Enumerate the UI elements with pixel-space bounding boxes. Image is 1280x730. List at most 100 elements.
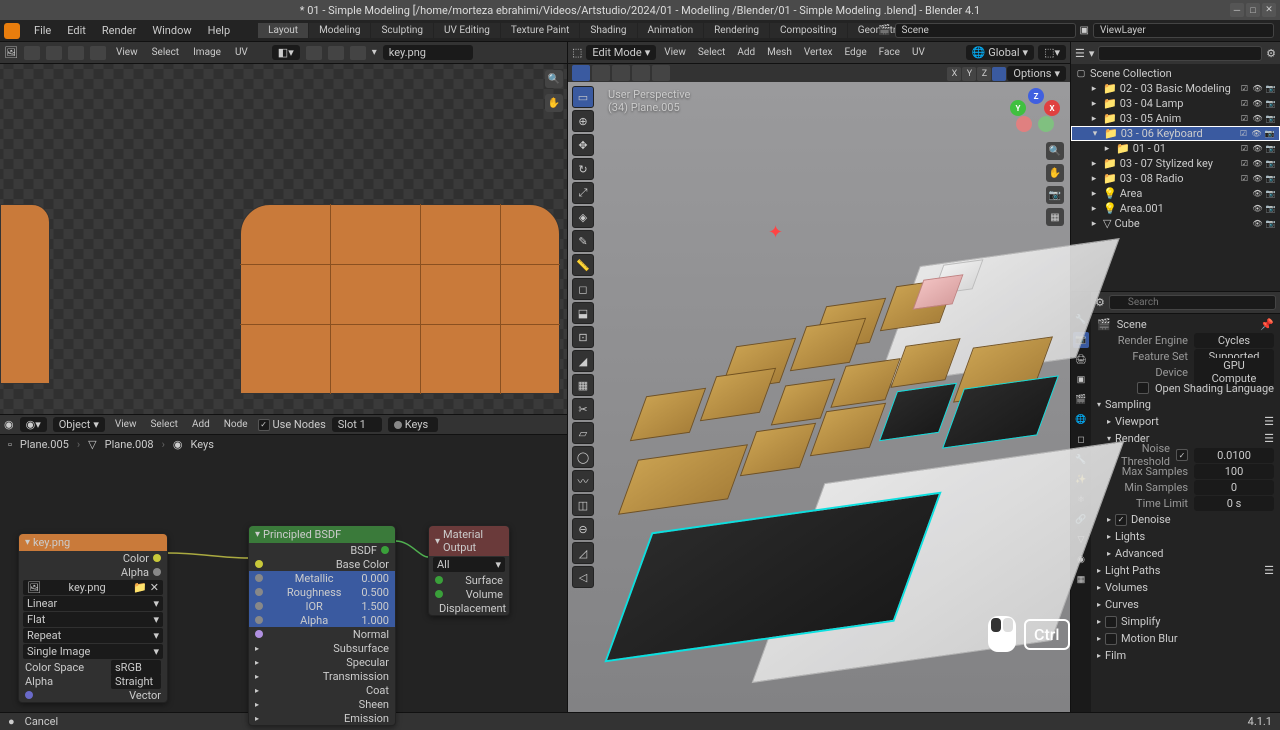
workspace-uvediting[interactable]: UV Editing xyxy=(434,23,500,38)
min-samples-input[interactable]: 0 xyxy=(1194,480,1274,495)
uv-select-mode3[interactable] xyxy=(350,46,366,60)
node-header[interactable]: ▾ key.png xyxy=(19,534,167,551)
uv-mode-btn4[interactable] xyxy=(90,46,106,60)
render-engine-dropdown[interactable]: Cycles xyxy=(1194,333,1274,348)
sampling-viewport[interactable]: Viewport xyxy=(1115,415,1159,428)
shader-menu-add[interactable]: Add xyxy=(188,418,214,431)
shader-menu-node[interactable]: Node xyxy=(220,418,252,431)
node-image-texture[interactable]: ▾ key.png Color Alpha 🖼key.png📁 ✕ Linear… xyxy=(18,533,168,703)
outliner-item[interactable]: 03 - 07 Stylized key xyxy=(1120,157,1213,170)
slot-dropdown[interactable]: Slot 1 xyxy=(332,417,382,432)
viewport-editor-icon[interactable]: ⬚ xyxy=(572,46,582,59)
use-nodes-checkbox[interactable] xyxy=(258,419,270,431)
node-header[interactable]: ▾ Material Output xyxy=(429,526,509,556)
preset-icon[interactable]: ☰ xyxy=(1264,415,1274,428)
zoom-icon[interactable]: 🔍 xyxy=(1046,142,1064,160)
workspace-rendering[interactable]: Rendering xyxy=(704,23,769,38)
material-dropdown[interactable]: Keys xyxy=(388,417,438,432)
select-vert-mode[interactable] xyxy=(572,65,590,81)
uv-zoom-icon[interactable]: 🔍 xyxy=(545,70,563,88)
workspace-sculpting[interactable]: Sculpting xyxy=(371,23,433,38)
workspace-texturepaint[interactable]: Texture Paint xyxy=(501,23,580,38)
outliner-item[interactable]: 03 - 04 Lamp xyxy=(1120,97,1184,110)
vp-menu-mesh[interactable]: Mesh xyxy=(763,46,796,59)
outliner-tree[interactable]: ▢Scene Collection ▸📁02 - 03 Basic Modeli… xyxy=(1071,64,1280,233)
breadcrumb-mesh[interactable]: Plane.008 xyxy=(105,438,154,451)
outliner-item-active[interactable]: 03 - 06 Keyboard xyxy=(1121,127,1203,140)
motionblur-section[interactable]: Motion Blur xyxy=(1121,632,1178,645)
menu-edit[interactable]: Edit xyxy=(59,22,94,39)
prop-tab-viewlayer[interactable]: ▣ xyxy=(1073,372,1089,388)
img-ext[interactable]: Repeat▾ xyxy=(23,628,163,643)
simplify-section[interactable]: Simplify xyxy=(1121,615,1160,628)
use-nodes-toggle[interactable]: Use Nodes xyxy=(258,418,326,431)
select-edge-mode[interactable] xyxy=(592,65,610,81)
vp-menu-view[interactable]: View xyxy=(660,46,690,59)
prop-tab-scene[interactable]: 🎬 xyxy=(1073,392,1089,408)
shader-mode-dropdown[interactable]: Object ▾ xyxy=(53,417,105,432)
menu-help[interactable]: Help xyxy=(200,22,239,39)
sampling-header[interactable]: Sampling xyxy=(1105,398,1151,411)
axis-x-toggle[interactable]: X xyxy=(947,67,961,81)
node-header[interactable]: ▾ Principled BSDF xyxy=(249,526,395,543)
outliner-item[interactable]: 01 - 01 xyxy=(1133,142,1166,155)
img-src[interactable]: Single Image▾ xyxy=(23,644,163,659)
orientation-dropdown[interactable]: 🌐 Global▾ xyxy=(966,45,1035,60)
outliner-item[interactable]: 03 - 05 Anim xyxy=(1120,112,1182,125)
options-dropdown[interactable]: Options▾ xyxy=(1007,66,1066,81)
close-button[interactable]: ✕ xyxy=(1262,3,1276,17)
pan-icon[interactable]: ✋ xyxy=(1046,164,1064,182)
scene-name[interactable]: Scene xyxy=(1117,318,1147,331)
shader-editor-icon[interactable]: ◉ xyxy=(4,418,14,431)
node-principled-bsdf[interactable]: ▾ Principled BSDF BSDF Base Color Metall… xyxy=(248,525,396,726)
uv-select-mode1[interactable] xyxy=(306,46,322,60)
img-proj[interactable]: Flat▾ xyxy=(23,612,163,627)
menu-window[interactable]: Window xyxy=(144,22,199,39)
snap-dropdown[interactable]: ⬚▾ xyxy=(1038,45,1066,60)
uv-mode-btn2[interactable] xyxy=(46,46,62,60)
img-interp[interactable]: Linear▾ xyxy=(23,596,163,611)
menu-render[interactable]: Render xyxy=(94,22,144,39)
select-mode5[interactable] xyxy=(652,65,670,81)
workspace-shading[interactable]: Shading xyxy=(580,23,636,38)
prop-tab-world[interactable]: 🌐 xyxy=(1073,412,1089,428)
light-paths-section[interactable]: Light Paths xyxy=(1105,564,1160,577)
uv-mode-btn3[interactable] xyxy=(68,46,84,60)
maximize-button[interactable]: □ xyxy=(1246,3,1260,17)
lights-section[interactable]: Lights xyxy=(1115,530,1145,543)
pin-icon[interactable]: 📌 xyxy=(1260,318,1274,331)
viewport-3d-canvas[interactable]: User Perspective (34) Plane.005 ▭ ⊕ ✥ ↻ … xyxy=(568,82,1070,712)
uv-image-selector[interactable]: key.png xyxy=(383,45,473,60)
outliner-editor-icon[interactable]: ☰ xyxy=(1075,47,1085,60)
outliner-search[interactable] xyxy=(1098,46,1262,61)
display-mode-icon[interactable]: ▾ xyxy=(1089,47,1095,60)
workspace-compositing[interactable]: Compositing xyxy=(770,23,847,38)
curves-section[interactable]: Curves xyxy=(1105,598,1139,611)
nav-gizmo[interactable]: Z Y X xyxy=(1010,88,1060,138)
noise-threshold-checkbox[interactable] xyxy=(1176,449,1188,461)
denoise-label[interactable]: Denoise xyxy=(1131,513,1171,526)
axis-z-toggle[interactable]: Z xyxy=(977,67,991,81)
filter-icon[interactable]: ⚙ xyxy=(1266,47,1276,60)
breadcrumb-obj[interactable]: Plane.005 xyxy=(20,438,69,451)
scene-collection[interactable]: Scene Collection xyxy=(1090,67,1172,80)
vp-menu-vertex[interactable]: Vertex xyxy=(800,46,837,59)
vp-menu-face[interactable]: Face xyxy=(875,46,904,59)
viewport-mode[interactable]: Edit Mode▾ xyxy=(586,45,656,60)
viewlayer-name-input[interactable] xyxy=(1093,23,1274,38)
output-target[interactable]: All▾ xyxy=(433,557,505,572)
preset-icon[interactable]: ☰ xyxy=(1264,564,1274,577)
node-material-output[interactable]: ▾ Material Output All▾ Surface Volume Di… xyxy=(428,525,510,616)
vp-menu-edge[interactable]: Edge xyxy=(840,46,870,59)
img-file-field[interactable]: 🖼key.png📁 ✕ xyxy=(23,580,163,595)
simplify-checkbox[interactable] xyxy=(1105,616,1117,628)
uv-menu-select[interactable]: Select xyxy=(148,46,183,59)
workspace-modeling[interactable]: Modeling xyxy=(309,23,370,38)
osl-checkbox[interactable] xyxy=(1137,382,1149,394)
breadcrumb-mat[interactable]: Keys xyxy=(191,438,214,451)
vp-menu-add[interactable]: Add xyxy=(733,46,759,59)
uv-editor-icon[interactable]: 🖼 xyxy=(4,46,18,59)
select-mode4[interactable] xyxy=(632,65,650,81)
uv-mode-btn[interactable] xyxy=(24,46,40,60)
perspective-icon[interactable]: ▦ xyxy=(1046,208,1064,226)
